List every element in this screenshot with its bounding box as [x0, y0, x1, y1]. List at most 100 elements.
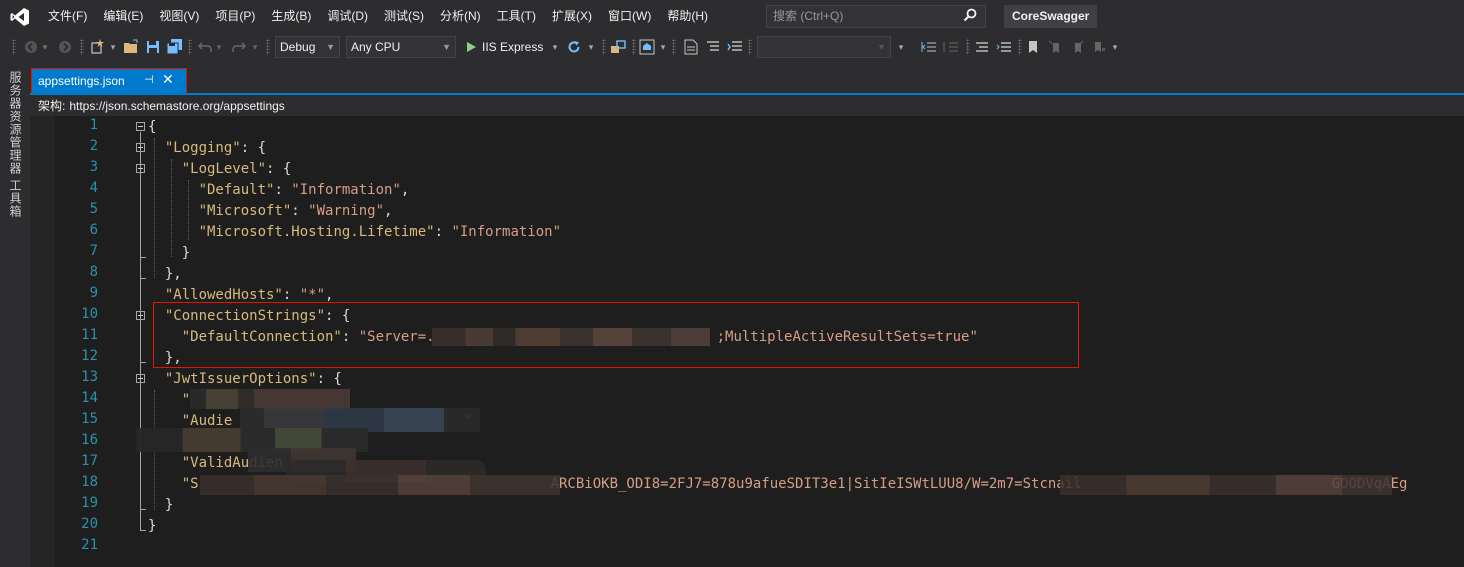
menu-help[interactable]: 帮助(H): [659, 0, 716, 33]
toolbar-grip[interactable]: [80, 39, 84, 55]
new-item-dropdown-icon[interactable]: ▾: [108, 38, 118, 56]
collapse-icon[interactable]: [136, 143, 145, 152]
json-punct: : {: [240, 140, 267, 156]
new-project-icon[interactable]: [88, 38, 106, 56]
navigate-forward-icon[interactable]: [56, 38, 74, 56]
toolbar-overflow-icon[interactable]: ▾: [1110, 38, 1120, 56]
outline-end: [140, 362, 146, 363]
menu-test[interactable]: 测试(S): [376, 0, 432, 33]
json-brace: }: [148, 518, 157, 534]
line-number: 15: [81, 411, 98, 427]
decrease-indent-icon[interactable]: [920, 38, 938, 56]
navigate-back-icon[interactable]: [22, 38, 40, 56]
toolbar-overflow-icon[interactable]: ▾: [896, 38, 906, 56]
collapse-icon[interactable]: [136, 122, 145, 131]
json-string: "*": [299, 287, 326, 303]
menu-tools[interactable]: 工具(T): [489, 0, 544, 33]
line-number: 10: [81, 306, 98, 322]
tab-appsettings-json[interactable]: appsettings.json ⊣ ✕: [31, 68, 187, 94]
toolbar-grip[interactable]: [188, 39, 192, 55]
json-brace: }: [181, 245, 191, 261]
toolbar-grip[interactable]: [266, 39, 270, 55]
document-outline-icon[interactable]: [682, 38, 700, 56]
line-number: 11: [81, 327, 98, 343]
schema-selector[interactable]: https://json.schemastore.org/appsettings: [69, 99, 284, 113]
json-string: "Information": [291, 182, 401, 198]
solution-platform-dropdown[interactable]: Any CPU ▼: [346, 36, 456, 58]
search-input[interactable]: 搜索 (Ctrl+Q): [766, 5, 986, 28]
run-target-dropdown-icon[interactable]: ▾: [550, 38, 560, 56]
find-dropdown[interactable]: ▼: [757, 36, 891, 58]
clear-bookmarks-icon[interactable]: [1090, 38, 1108, 56]
collapse-icon[interactable]: [136, 311, 145, 320]
json-brace: },: [164, 266, 182, 282]
toolbar-grip[interactable]: [748, 39, 752, 55]
navigate-back-dropdown-icon[interactable]: ▾: [40, 38, 50, 56]
code-line-2: "Logging": {: [148, 138, 266, 159]
uncomment-selection-icon[interactable]: [995, 38, 1013, 56]
line-number: 8: [89, 264, 98, 280]
collapse-icon[interactable]: [136, 164, 145, 173]
menu-view[interactable]: 视图(V): [151, 0, 207, 33]
code-line-8: },: [148, 264, 182, 285]
search-icon[interactable]: [963, 8, 977, 29]
toolbar-grip[interactable]: [12, 39, 16, 55]
run-target-button[interactable]: IIS Express: [482, 38, 552, 56]
undo-icon[interactable]: [196, 38, 214, 56]
menu-build[interactable]: 生成(B): [263, 0, 319, 33]
start-debugging-icon[interactable]: [464, 38, 478, 56]
browser-link-icon[interactable]: [609, 38, 627, 56]
increase-indent-icon[interactable]: [942, 38, 960, 56]
redo-icon[interactable]: [230, 38, 248, 56]
menu-extensions[interactable]: 扩展(X): [544, 0, 600, 33]
toolbox-tab[interactable]: 工具箱: [8, 179, 24, 218]
next-bookmark-icon[interactable]: [1068, 38, 1086, 56]
outline-end: [140, 509, 146, 510]
save-all-icon[interactable]: [166, 38, 184, 56]
refresh-icon[interactable]: [566, 38, 582, 56]
menu-analyze[interactable]: 分析(N): [432, 0, 489, 33]
collapse-icon[interactable]: [136, 374, 145, 383]
json-brace: }: [164, 497, 174, 513]
format-document-icon[interactable]: [704, 38, 722, 56]
server-explorer-tab[interactable]: 服务器资源管理器: [8, 71, 24, 175]
toolbar-grip[interactable]: [966, 39, 970, 55]
json-key: "JwtIssuerOptions": [164, 371, 317, 387]
comment-lines-icon[interactable]: [726, 38, 744, 56]
configuration-value: Debug: [280, 40, 316, 54]
bookmark-icon[interactable]: [1024, 38, 1042, 56]
redo-dropdown-icon[interactable]: ▾: [250, 38, 260, 56]
menu-bar: 文件(F) 编辑(E) 视图(V) 项目(P) 生成(B) 调试(D) 测试(S…: [0, 0, 1464, 33]
menu-window[interactable]: 窗口(W): [600, 0, 659, 33]
pin-icon[interactable]: ⊣: [144, 73, 154, 86]
editor-margin: [30, 116, 55, 567]
menu-edit[interactable]: 编辑(E): [95, 0, 151, 33]
solution-configuration-dropdown[interactable]: Debug ▼: [275, 36, 340, 58]
line-number: 13: [81, 369, 98, 385]
toolbar-grip[interactable]: [672, 39, 676, 55]
json-punct: ,: [400, 182, 410, 198]
open-file-icon[interactable]: [122, 38, 140, 56]
document-tab-row: appsettings.json ⊣ ✕: [30, 61, 1464, 94]
home-view-dropdown-icon[interactable]: ▾: [658, 38, 668, 56]
refresh-dropdown-icon[interactable]: ▾: [586, 38, 596, 56]
toolbar-grip[interactable]: [1018, 39, 1022, 55]
close-icon[interactable]: ✕: [162, 71, 174, 88]
redacted-region: [200, 475, 560, 495]
save-icon[interactable]: [144, 38, 162, 56]
json-brace: {: [148, 119, 157, 135]
previous-bookmark-icon[interactable]: [1046, 38, 1064, 56]
platform-value: Any CPU: [351, 40, 401, 54]
menu-project[interactable]: 项目(P): [207, 0, 263, 33]
toolbar-grip[interactable]: [632, 39, 636, 55]
undo-dropdown-icon[interactable]: ▾: [214, 38, 224, 56]
line-number: 4: [89, 180, 98, 196]
visual-studio-logo-icon[interactable]: [0, 0, 40, 33]
comment-selection-icon[interactable]: [973, 38, 991, 56]
toolbar-grip[interactable]: [602, 39, 606, 55]
home-view-icon[interactable]: [638, 38, 656, 56]
json-key: "S: [181, 476, 199, 492]
line-number-gutter: 1 2 3 4 5 6 7 8 9 10 11 12 13 14 15 16 1…: [55, 116, 100, 567]
menu-debug[interactable]: 调试(D): [319, 0, 376, 33]
menu-file[interactable]: 文件(F): [40, 0, 95, 33]
